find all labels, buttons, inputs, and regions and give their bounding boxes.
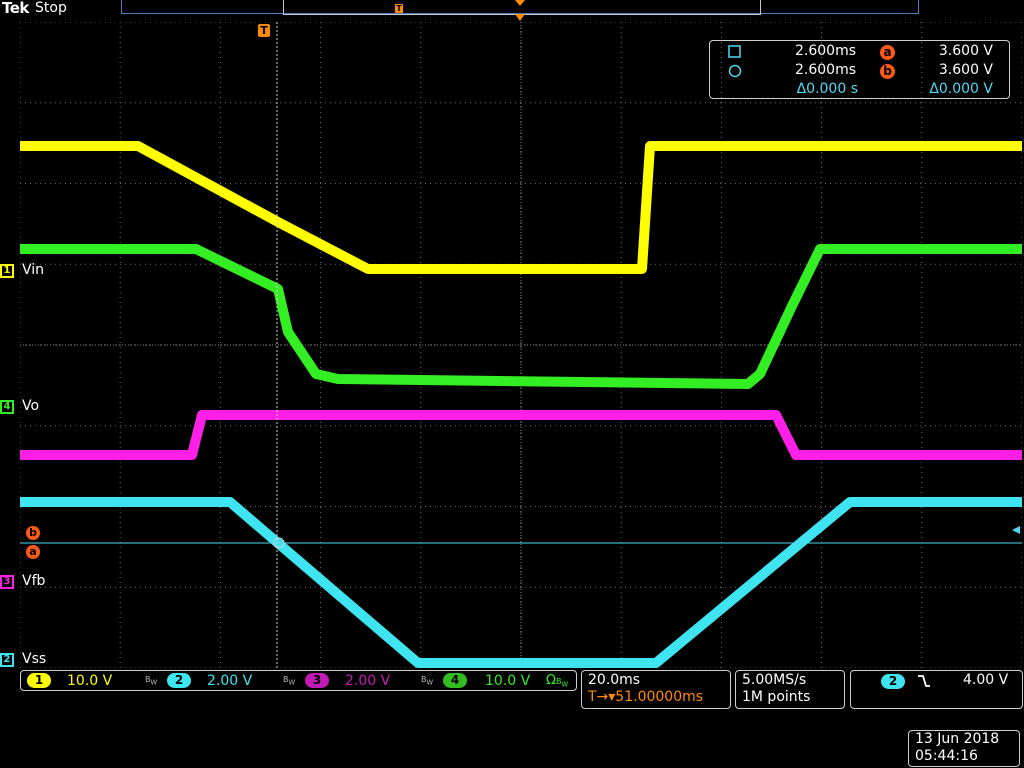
ch2-scale[interactable]: 2.00 V (207, 672, 252, 690)
expansion-point-marker (515, 0, 525, 6)
cursor-2-time: 2.600ms (794, 62, 856, 78)
ch4-ground-marker[interactable]: 4 (0, 400, 14, 414)
run-status: Stop (35, 0, 67, 16)
horizontal-scale[interactable]: 20.0ms (588, 672, 640, 688)
brand-logo: Tek (2, 0, 29, 17)
trigger-panel[interactable]: 2 4.00 V (850, 670, 1023, 709)
cursor-delta-time: Δ0.000 s (796, 81, 858, 97)
ch2-ground-marker[interactable]: 2 (0, 653, 14, 667)
time-text: 05:44:16 (915, 748, 978, 764)
trigger-source-badge[interactable]: 2 (881, 674, 905, 689)
ohm-termination-icon: ΩBW (546, 673, 569, 689)
horizontal-position[interactable]: T→▾51.00000ms (588, 689, 703, 705)
sample-rate: 5.00MS/s (742, 672, 807, 688)
square-cursor-icon (728, 43, 742, 61)
ch1-label: Vin (22, 262, 45, 278)
cursor-a-value: 3.600 V (938, 43, 993, 59)
cursor-delta-value: Δ0.000 V (929, 81, 993, 97)
bandwidth-limit-icon: BW (283, 675, 296, 687)
ch1-ground-marker[interactable]: 1 (0, 264, 14, 278)
ch3-ground-marker[interactable]: 3 (0, 575, 14, 589)
ch4-label: Vo (22, 398, 40, 414)
record-length: 1M points (742, 689, 811, 705)
cursor-b-value: 3.600 V (938, 62, 993, 78)
ch3-badge[interactable]: 3 (305, 673, 329, 688)
date-text: 13 Jun 2018 (915, 731, 1000, 747)
cursor-b-marker[interactable]: b (26, 526, 40, 540)
acquisition-panel[interactable]: 5.00MS/s 1M points (735, 670, 845, 709)
bandwidth-limit-icon: BW (145, 675, 158, 687)
ch3-scale[interactable]: 2.00 V (345, 672, 390, 690)
trigger-level[interactable]: 4.00 V (963, 672, 1008, 688)
ch4-badge[interactable]: 4 (443, 673, 467, 688)
ch3-label: Vfb (22, 573, 46, 589)
date-time-display: 13 Jun 2018 05:44:16 (908, 730, 1020, 767)
cursor-right-arrow-icon (1012, 526, 1020, 534)
channel-settings-bar[interactable]: 1 10.0 V BW 2 2.00 V BW 3 2.00 V BW 4 10… (20, 670, 577, 691)
cursor-1-time: 2.600ms (794, 43, 856, 59)
ch2-badge[interactable]: 2 (167, 673, 191, 688)
ch1-scale[interactable]: 10.0 V (67, 672, 112, 690)
ch4-scale[interactable]: 10.0 V (485, 672, 530, 690)
timebase-panel[interactable]: 20.0ms T→▾51.00000ms (581, 670, 731, 709)
circle-cursor-icon (728, 62, 742, 80)
center-marker-icon (515, 14, 525, 21)
record-trigger-marker: T (395, 4, 403, 13)
bandwidth-limit-icon: BW (421, 675, 434, 687)
ch1-badge[interactable]: 1 (27, 673, 51, 688)
cursor-a-marker[interactable]: a (26, 545, 40, 559)
cursor-readout-panel: 2.600ms a 3.600 V 2.600ms b 3.600 V Δ0.0… (709, 40, 1010, 99)
waveform-display[interactable] (20, 22, 1022, 668)
graticule (20, 22, 1022, 668)
ch2-label: Vss (22, 651, 47, 667)
falling-edge-icon (917, 673, 931, 693)
